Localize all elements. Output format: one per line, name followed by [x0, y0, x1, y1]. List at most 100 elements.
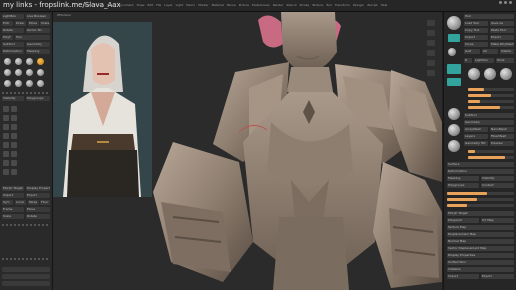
menu-item[interactable]: Preferences — [252, 0, 270, 11]
brush-standard-icon[interactable] — [4, 58, 11, 65]
visibility-button[interactable]: Visibility — [2, 96, 24, 101]
sculpt-brush-icon[interactable] — [3, 124, 9, 130]
geometry-button[interactable]: Geometry — [26, 42, 50, 47]
morph-target-button[interactable]: Morph Target — [2, 186, 24, 191]
polygroups-section[interactable]: Polygroups — [447, 183, 479, 188]
menu-item[interactable]: Stencil — [286, 0, 296, 11]
display-properties-button[interactable]: Display Properties — [26, 186, 50, 191]
export-button[interactable]: Export — [26, 193, 50, 198]
polygroups-button[interactable]: Polygroups — [26, 96, 50, 101]
geometry-section[interactable]: Geometry — [464, 120, 514, 125]
focal-shift-slider[interactable] — [468, 94, 514, 97]
polypaint-section[interactable]: Polypaint — [447, 218, 479, 223]
z-intensity-slider[interactable] — [468, 100, 514, 103]
subtool-section[interactable]: SubTool — [464, 113, 514, 118]
menu-item[interactable]: Material — [212, 0, 224, 11]
lightbox-tools-button[interactable]: Lightbox — [474, 58, 494, 63]
live-boolean-button[interactable]: Live Boolean — [26, 14, 50, 19]
layers-section[interactable]: Layers — [464, 134, 488, 139]
persp-button[interactable]: Persp — [28, 200, 39, 205]
menu-item[interactable]: Document — [118, 0, 134, 11]
menu-item[interactable]: Color — [107, 0, 115, 11]
displacement-map-section[interactable]: Displacement Map — [447, 232, 514, 237]
actual-icon[interactable] — [427, 60, 435, 66]
menu-item[interactable]: Render — [273, 0, 284, 11]
import-button[interactable]: Import — [464, 35, 488, 40]
smt-slider[interactable] — [447, 192, 514, 195]
arraymesh-section[interactable]: ArrayMesh — [464, 127, 488, 132]
preview-section[interactable]: Preview — [490, 141, 514, 146]
all-button[interactable]: All — [482, 49, 498, 54]
move-view-button[interactable]: Move — [26, 207, 50, 212]
tool-thumbnail-icon[interactable] — [500, 68, 512, 80]
surface-section[interactable]: Surface — [447, 162, 514, 167]
palette-row[interactable] — [2, 281, 50, 286]
rotate-button[interactable]: Rotate — [2, 28, 24, 33]
brush-smooth-icon[interactable] — [15, 80, 22, 87]
deformation-section[interactable]: Deformation — [447, 169, 514, 174]
menu-item[interactable]: Zscript — [367, 0, 377, 11]
rotate-view-button[interactable]: Rotate — [26, 214, 50, 219]
goz-button[interactable]: GoZ — [464, 49, 480, 54]
move-button[interactable]: Move — [28, 21, 39, 26]
uv-map-section[interactable]: UV Map — [481, 218, 514, 223]
vector-displacement-section[interactable]: Vector Displacement Map — [447, 246, 514, 251]
menu-item[interactable]: Movie — [227, 0, 236, 11]
scale-view-button[interactable]: Scale — [2, 214, 24, 219]
brush-clay-icon[interactable] — [26, 58, 33, 65]
export-button[interactable]: Export — [490, 35, 514, 40]
menu-item[interactable]: Alpha — [84, 0, 93, 11]
subtool-button[interactable]: SubTool — [2, 42, 24, 47]
menu-item[interactable]: Layer — [164, 0, 172, 11]
sculpt-brush-icon[interactable] — [11, 160, 17, 166]
tool-menu-button[interactable]: Tool — [15, 35, 50, 40]
material-icon[interactable] — [37, 58, 44, 65]
masking-section[interactable]: Masking — [447, 176, 479, 181]
draw-button[interactable]: Draw — [15, 21, 26, 26]
tool-thumbnail-icon[interactable] — [484, 68, 496, 80]
menu-item[interactable]: Edit — [147, 0, 153, 11]
brush-move-icon[interactable] — [15, 58, 22, 65]
reference-image[interactable] — [53, 22, 152, 197]
paste-tool-button[interactable]: Paste Tool — [490, 28, 514, 33]
zoom-icon[interactable] — [427, 50, 435, 56]
menu-item[interactable]: Picture — [239, 0, 249, 11]
color-swatch-icon[interactable] — [37, 69, 44, 76]
tool-header[interactable]: Tool — [464, 14, 514, 19]
initialize-section[interactable]: Initialize — [447, 267, 514, 272]
sculpt-brush-icon[interactable] — [3, 106, 9, 112]
visibility-section[interactable]: Visibility — [481, 176, 514, 181]
geometry-hd-section[interactable]: Geometry HD — [464, 141, 488, 146]
sculpt-brush-icon[interactable] — [3, 169, 9, 175]
load-tool-button[interactable]: Load Tool — [464, 21, 488, 26]
stroke-dots-icon[interactable] — [4, 69, 11, 76]
sculpt-brush-icon[interactable] — [3, 160, 9, 166]
menu-item[interactable]: Macro — [186, 0, 195, 11]
sculpt-brush-icon[interactable] — [11, 142, 17, 148]
suv-slider[interactable] — [447, 198, 514, 201]
menu-item[interactable]: Tool — [326, 0, 332, 11]
r-button[interactable]: R — [464, 58, 472, 63]
texture-map-section[interactable]: Texture Map — [447, 225, 514, 230]
clone-button[interactable]: Clone — [464, 42, 488, 47]
palette-row[interactable] — [2, 267, 50, 272]
sculpt-brush-icon[interactable] — [11, 151, 17, 157]
nanomesh-section[interactable]: NanoMesh — [490, 127, 514, 132]
tool-thumbnail-icon[interactable] — [468, 68, 480, 80]
brush-inflate-icon[interactable] — [26, 80, 33, 87]
save-as-button[interactable]: Save As — [490, 21, 514, 26]
menu-item[interactable]: Texture — [312, 0, 323, 11]
tools-button[interactable]: Tools — [496, 58, 514, 63]
reuv-slider[interactable] — [447, 204, 514, 207]
import-section[interactable]: Import — [447, 274, 479, 279]
draw-size-slider[interactable] — [468, 88, 514, 91]
normal-map-section[interactable]: Normal Map — [447, 239, 514, 244]
texture-swatch-icon[interactable] — [448, 48, 456, 56]
visible-button[interactable]: Visible — [500, 49, 514, 54]
polyf-button[interactable]: PolyF — [2, 35, 13, 40]
fibermesh-section[interactable]: FiberMesh — [490, 134, 514, 139]
sculpt-brush-icon[interactable] — [11, 133, 17, 139]
copy-tool-button[interactable]: Copy Tool — [464, 28, 488, 33]
menu-item[interactable]: Help — [381, 0, 388, 11]
minimize-icon[interactable] — [499, 1, 502, 4]
